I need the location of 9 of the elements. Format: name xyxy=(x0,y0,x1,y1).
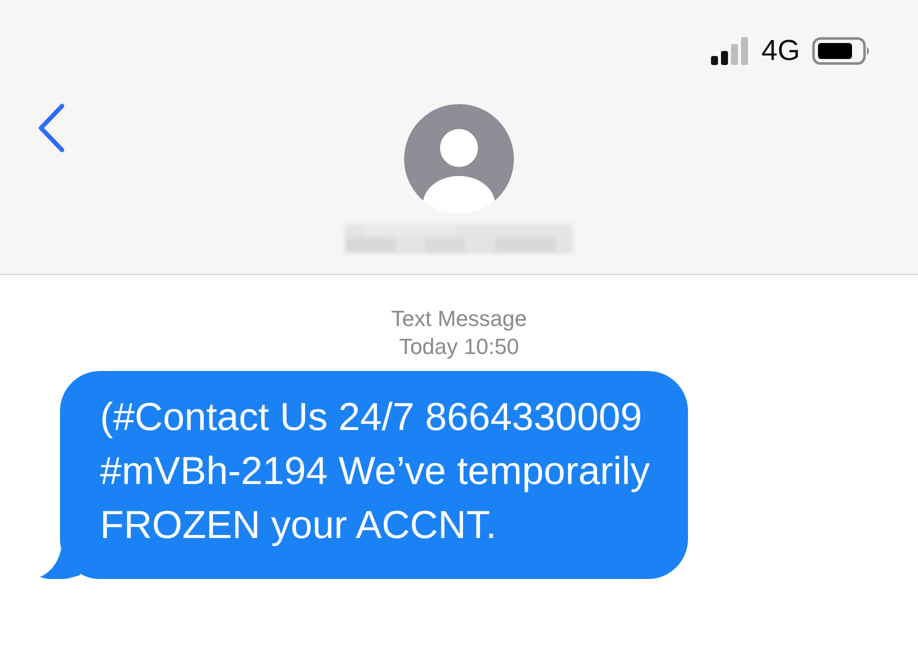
back-icon[interactable] xyxy=(36,103,66,153)
message-timestamp: Today 10:50 xyxy=(399,333,519,361)
network-label: 4G xyxy=(761,34,800,68)
bubble-tail xyxy=(40,545,80,579)
message-bubble: (#Contact Us 24/7 8664330009 #mVBh-2194 We’ve temporarily FROZEN your ACCNT. xyxy=(60,371,688,579)
service-label: Text Message xyxy=(391,305,527,333)
avatar-icon[interactable] xyxy=(404,104,514,214)
battery-icon xyxy=(812,37,872,65)
signal-icon xyxy=(711,37,750,65)
